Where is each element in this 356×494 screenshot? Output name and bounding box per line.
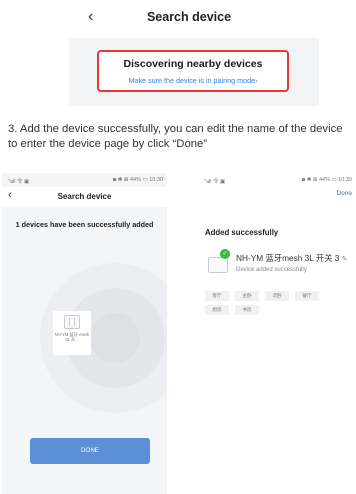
status-right-info: ◙ ✱ ⊠ 44% ▭ 10:30 bbox=[112, 177, 163, 183]
pairing-mode-link[interactable]: Make sure the device is in pairing mode› bbox=[99, 76, 287, 85]
done-button[interactable]: DONE bbox=[30, 438, 150, 464]
room-chip[interactable]: 客厅 bbox=[205, 291, 229, 301]
instruction-text: 3. Add the device successfully, you can … bbox=[8, 123, 343, 150]
status-bar: "all 令 ▣ ◙ ✱ ⊠ 44% ▭ 10:30 bbox=[198, 173, 356, 187]
room-chip[interactable]: 厨房 bbox=[205, 305, 229, 315]
left-title: Search device bbox=[57, 192, 112, 201]
discovery-title: Discovering nearby devices bbox=[123, 58, 263, 70]
status-right-info: ◙ ✱ ⊠ 44% ▭ 10:30 bbox=[301, 177, 352, 183]
success-message: 1 devices have been successfully added bbox=[15, 220, 154, 229]
page-title: Search device bbox=[146, 10, 232, 24]
edit-icon[interactable]: ✎ bbox=[342, 256, 348, 263]
check-icon: ✓ bbox=[220, 249, 230, 259]
discovery-highlight-box: Discovering nearby devices Make sure the… bbox=[97, 50, 289, 92]
radar-ring bbox=[90, 313, 140, 363]
signal-icons: "all 令 ▣ bbox=[8, 179, 30, 185]
room-chip[interactable]: 主卧 bbox=[235, 291, 259, 301]
switch-device-icon bbox=[208, 257, 228, 273]
found-device-name: NH-YM 蓝牙 mesh 3L 开... bbox=[54, 332, 90, 342]
right-phone-screen: "all 令 ▣ ◙ ✱ ⊠ 44% ▭ 10:30 Done Added su… bbox=[198, 173, 356, 494]
room-chip[interactable]: 次卧 bbox=[265, 291, 289, 301]
device-name-row[interactable]: NH-YM 蓝牙mesh 3L 开关 3 ✎ bbox=[236, 252, 348, 264]
found-device-card[interactable]: NH-YM 蓝牙 mesh 3L 开... bbox=[53, 311, 91, 355]
done-link[interactable]: Done bbox=[336, 190, 352, 197]
signal-icons: "all 令 ▣ bbox=[204, 179, 226, 185]
room-chip[interactable]: 餐厅 bbox=[295, 291, 319, 301]
device-name: NH-YM 蓝牙mesh 3L 开关 3 bbox=[236, 253, 340, 263]
room-chip[interactable]: 书房 bbox=[235, 305, 259, 315]
top-header: ‹ Search device bbox=[0, 0, 356, 34]
switch-device-icon bbox=[64, 315, 80, 329]
device-status: Device added successfully bbox=[236, 267, 307, 273]
left-header: ‹ Search device bbox=[2, 187, 167, 207]
left-phone-screen: "all 令 ▣ ◙ ✱ ⊠ 44% ▭ 10:30 ‹ Search devi… bbox=[2, 173, 167, 494]
added-title: Added successfully bbox=[205, 228, 279, 237]
status-bar: "all 令 ▣ ◙ ✱ ⊠ 44% ▭ 10:30 bbox=[2, 173, 167, 187]
discovery-banner: Discovering nearby devices Make sure the… bbox=[69, 38, 319, 106]
